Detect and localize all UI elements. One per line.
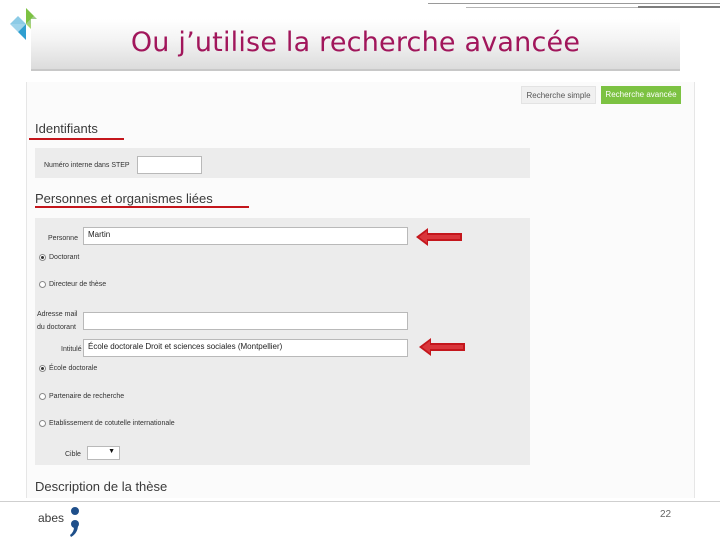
title-band: Ou j’utilise la recherche avancée <box>31 19 680 71</box>
slide: Ou j’utilise la recherche avancée Recher… <box>0 0 720 540</box>
personne-label: Personne <box>48 235 78 242</box>
advanced-search-screenshot: Recherche simple Recherche avancée Ident… <box>26 82 695 498</box>
radio-partenaire[interactable] <box>39 393 46 400</box>
red-arrow-icon <box>416 228 462 246</box>
cible-label: Cible <box>65 451 81 458</box>
adresse-input[interactable] <box>83 312 408 330</box>
slide-title: Ou j’utilise la recherche avancée <box>130 27 581 58</box>
footer-divider <box>0 501 720 502</box>
section-heading-identifiants: Identifiants <box>35 121 98 136</box>
tab-advanced-search[interactable]: Recherche avancée <box>601 86 681 104</box>
section-heading-personnes: Personnes et organismes liées <box>35 191 213 206</box>
page-number: 22 <box>660 509 672 520</box>
radio-label-partenaire: Partenaire de recherche <box>49 393 125 400</box>
decorative-line <box>638 6 720 8</box>
radio-cotutelle[interactable] <box>39 420 46 427</box>
numero-label: Numéro interne dans STEP <box>44 162 130 169</box>
radio-label-ecole: École doctorale <box>49 365 98 372</box>
radio-ecole-doctorale[interactable] <box>39 365 46 372</box>
abes-logo-text: abes <box>38 511 65 525</box>
radio-directeur[interactable] <box>39 281 46 288</box>
radio-label-directeur: Directeur de thèse <box>49 281 107 288</box>
personne-input[interactable]: Martin <box>83 227 408 245</box>
decorative-line <box>428 3 720 4</box>
cible-select[interactable]: ▼ <box>87 446 120 460</box>
radio-doctorant[interactable] <box>39 254 46 261</box>
section-heading-description: Description de la thèse <box>35 479 168 494</box>
radio-label-doctorant: Doctorant <box>49 254 80 261</box>
adresse-label-line2: du doctorant <box>37 324 76 331</box>
underline-mark <box>29 138 124 140</box>
red-arrow-icon <box>419 338 465 356</box>
tab-simple-search[interactable]: Recherche simple <box>521 86 596 104</box>
intitule-input[interactable]: École doctorale Droit et sciences social… <box>83 339 408 357</box>
adresse-label: Adresse mail <box>37 311 78 318</box>
semicolon-logo-icon <box>70 507 79 537</box>
underline-mark <box>35 206 249 208</box>
abes-logo: abes <box>38 506 88 538</box>
radio-label-cotutelle: Etablissement de cotutelle international… <box>49 420 175 427</box>
intitule-label: Intitulé <box>61 346 82 353</box>
dropdown-arrow-icon: ▼ <box>108 448 115 455</box>
numero-input[interactable] <box>137 156 202 174</box>
